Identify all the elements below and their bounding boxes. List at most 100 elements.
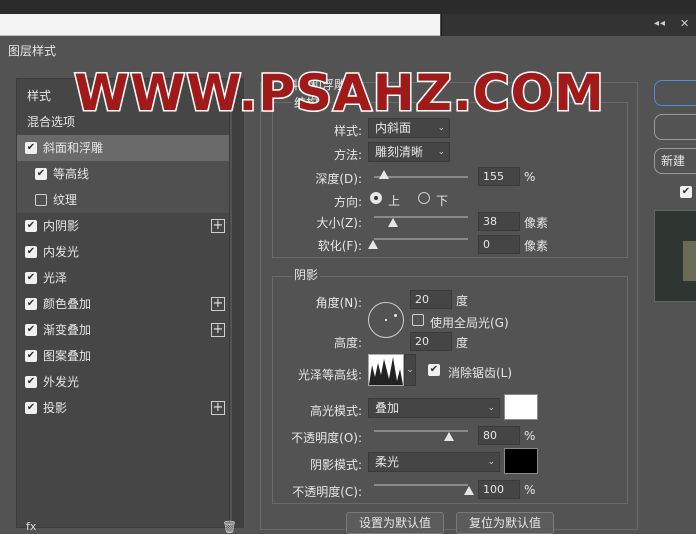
- panel-header: ◂◂ ✕: [441, 14, 696, 36]
- list-item-pattern-overlay[interactable]: ✔ 图案叠加: [17, 343, 229, 369]
- chevron-down-icon: ⌄: [487, 457, 495, 467]
- cancel-button[interactable]: [654, 114, 696, 140]
- shadow-mode-label: 阴影模式:: [309, 458, 362, 472]
- shadow-color-swatch[interactable]: [504, 448, 538, 474]
- angle-unit: 度: [456, 294, 469, 308]
- dial-direction-icon: [394, 314, 397, 317]
- checkbox-satin[interactable]: ✔: [25, 272, 37, 284]
- chevron-down-icon: ⌄: [406, 365, 414, 375]
- highlight-opacity-label: 不透明度(O):: [291, 431, 362, 445]
- technique-select[interactable]: 雕刻清晰 ⌄: [368, 142, 450, 162]
- chevron-down-icon: ⌄: [487, 403, 495, 413]
- app-top-bar: [0, 0, 696, 14]
- add-color-overlay-icon[interactable]: +: [211, 297, 225, 311]
- checkbox-contour[interactable]: ✔: [35, 168, 47, 180]
- preview-checkbox[interactable]: ✔: [680, 186, 692, 198]
- soften-slider-track[interactable]: [374, 238, 468, 240]
- gloss-contour-label: 光泽等高线:: [297, 368, 362, 382]
- direction-up-radio[interactable]: [370, 192, 382, 204]
- depth-input[interactable]: 155: [478, 167, 520, 186]
- highlight-mode-label: 高光模式:: [309, 404, 362, 418]
- highlight-opacity-input[interactable]: 80: [478, 426, 520, 445]
- chevron-down-icon: ⌄: [437, 147, 445, 157]
- angle-label: 角度(N):: [315, 296, 362, 310]
- gloss-contour-dropdown[interactable]: ⌄: [404, 354, 416, 386]
- new-style-button[interactable]: 新建: [654, 148, 696, 174]
- checkbox-color-overlay[interactable]: ✔: [25, 298, 37, 310]
- dialog-title: 图层样式: [8, 44, 57, 58]
- direction-down-radio[interactable]: [418, 192, 430, 204]
- set-default-button[interactable]: 设置为默认值: [346, 512, 444, 534]
- preview-swatch: [683, 241, 696, 281]
- list-item-satin[interactable]: ✔ 光泽: [17, 265, 229, 291]
- soften-label: 软化(F):: [317, 239, 362, 253]
- technique-label: 方法:: [333, 148, 362, 162]
- highlight-opacity-thumb[interactable]: [444, 432, 454, 441]
- soften-slider-thumb[interactable]: [368, 240, 378, 249]
- altitude-unit: 度: [456, 336, 469, 350]
- list-item-inner-glow[interactable]: ✔ 内发光: [17, 239, 229, 265]
- styles-list-scrollbar[interactable]: [232, 78, 244, 528]
- soften-unit: 像素: [524, 239, 549, 253]
- global-light-label: 使用全局光(G): [430, 316, 509, 330]
- shadow-opacity-label: 不透明度(C):: [292, 485, 362, 499]
- layer-style-dialog: 图层样式 样式 混合选项 ✔ 斜面和浮雕 ✔ 等高线 纹理 ✔ 内阴影 + ✔ …: [0, 36, 696, 534]
- size-unit: 像素: [524, 216, 549, 230]
- angle-input[interactable]: 20: [410, 290, 452, 309]
- list-item-contour[interactable]: ✔ 等高线: [17, 161, 229, 187]
- checkbox-drop-shadow[interactable]: ✔: [25, 402, 37, 414]
- angle-dial[interactable]: [368, 302, 404, 338]
- list-item-bevel-emboss[interactable]: ✔ 斜面和浮雕: [17, 135, 229, 161]
- altitude-label: 高度:: [333, 336, 362, 350]
- direction-down-label: 下: [436, 194, 449, 208]
- direction-up-label: 上: [388, 194, 401, 208]
- add-inner-shadow-icon[interactable]: +: [211, 219, 225, 233]
- checkbox-bevel[interactable]: ✔: [25, 142, 37, 154]
- checkbox-outer-glow[interactable]: ✔: [25, 376, 37, 388]
- list-item-gradient-overlay[interactable]: ✔ 渐变叠加 +: [17, 317, 229, 343]
- list-item-color-overlay[interactable]: ✔ 颜色叠加 +: [17, 291, 229, 317]
- background-canvas-strip: [0, 14, 440, 36]
- checkbox-gradient-overlay[interactable]: ✔: [25, 324, 37, 336]
- contour-curve-icon: [369, 357, 403, 385]
- list-item-drop-shadow[interactable]: ✔ 投影 +: [17, 395, 229, 421]
- add-drop-shadow-icon[interactable]: +: [211, 401, 225, 415]
- checkbox-inner-shadow[interactable]: ✔: [25, 220, 37, 232]
- depth-unit: %: [524, 170, 536, 184]
- trash-icon[interactable]: 🗑: [222, 520, 237, 534]
- checkbox-texture[interactable]: [35, 194, 47, 206]
- highlight-mode-select[interactable]: 叠加 ⌄: [368, 398, 500, 418]
- style-preview-thumbnail: [654, 210, 696, 302]
- list-item-inner-shadow[interactable]: ✔ 内阴影 +: [17, 213, 229, 239]
- shadow-opacity-unit: %: [524, 483, 536, 497]
- ok-button[interactable]: [654, 80, 696, 106]
- list-item-outer-glow[interactable]: ✔ 外发光: [17, 369, 229, 395]
- panel-close-icon[interactable]: ✕: [680, 17, 689, 30]
- style-label: 样式:: [333, 124, 362, 138]
- soften-input[interactable]: 0: [478, 235, 520, 254]
- shading-title: 阴影: [292, 266, 321, 283]
- fx-icon[interactable]: fx: [26, 520, 36, 533]
- size-label: 大小(Z):: [316, 216, 362, 230]
- depth-slider-thumb[interactable]: [379, 170, 389, 179]
- checkbox-pattern-overlay[interactable]: ✔: [25, 350, 37, 362]
- shadow-mode-select[interactable]: 柔光 ⌄: [368, 452, 500, 472]
- add-gradient-overlay-icon[interactable]: +: [211, 323, 225, 337]
- list-item-texture[interactable]: 纹理: [17, 187, 229, 213]
- checkbox-inner-glow[interactable]: ✔: [25, 246, 37, 258]
- highlight-opacity-unit: %: [524, 429, 536, 443]
- size-input[interactable]: 38: [478, 212, 520, 231]
- watermark-text: WWW.PSAHZ.COM: [73, 63, 606, 124]
- shadow-opacity-thumb[interactable]: [464, 486, 474, 495]
- size-slider-thumb[interactable]: [388, 218, 398, 227]
- shadow-opacity-track[interactable]: [374, 484, 468, 486]
- altitude-input[interactable]: 20: [410, 332, 452, 351]
- collapse-arrows-icon[interactable]: ◂◂: [654, 18, 666, 29]
- gloss-contour-preview[interactable]: [368, 354, 404, 386]
- global-light-checkbox[interactable]: [412, 314, 424, 326]
- highlight-color-swatch[interactable]: [504, 394, 538, 420]
- shadow-opacity-input[interactable]: 100: [478, 480, 520, 499]
- antialias-checkbox[interactable]: ✔: [428, 364, 440, 376]
- reset-default-button[interactable]: 复位为默认值: [456, 512, 554, 534]
- antialias-label: 消除锯齿(L): [448, 366, 513, 380]
